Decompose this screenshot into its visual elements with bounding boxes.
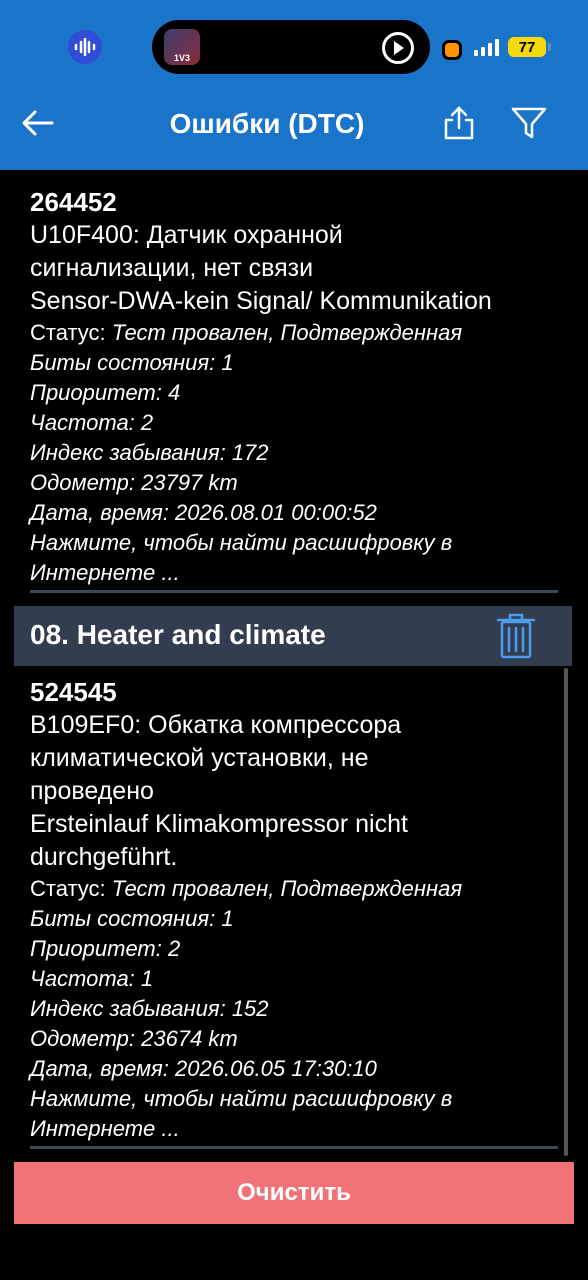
dtc-status: Статус: Тест провален, Подтвержденная — [30, 318, 550, 348]
dtc-datetime: Дата, время: 2026.08.01 00:00:52 — [30, 500, 377, 525]
recording-dot-icon — [442, 40, 462, 60]
clear-button[interactable]: Очистить — [14, 1162, 574, 1224]
voice-recorder-icon[interactable] — [68, 30, 102, 64]
scrollbar[interactable] — [564, 668, 568, 1156]
dtc-frequency: Частота: 2 — [30, 410, 154, 435]
dtc-search-link[interactable]: Нажмите, чтобы найти расшифровку в Интер… — [30, 1084, 550, 1144]
section-title: 08. Heater and climate — [30, 619, 326, 650]
dtc-code: 524545 — [30, 677, 117, 707]
dtc-status: Статус: Тест провален, Подтвержденная — [30, 874, 550, 904]
dtc-datetime: Дата, время: 2026.06.05 17:30:10 — [30, 1056, 377, 1081]
dynamic-island[interactable]: 1V3 — [152, 20, 430, 74]
dtc-entry[interactable]: 264452 U10F400: Датчик охранной сигнализ… — [30, 185, 550, 588]
dtc-list[interactable]: 264452 U10F400: Датчик охранной сигнализ… — [0, 170, 588, 1160]
status-value: Тест провален, Подтвержденная — [111, 876, 463, 901]
dtc-frequency: Частота: 1 — [30, 966, 154, 991]
dtc-priority: Приоритет: 4 — [30, 380, 181, 405]
battery-icon: 77 — [508, 37, 551, 57]
share-icon[interactable] — [442, 106, 476, 140]
section-header: 08. Heater and climate — [14, 606, 572, 666]
divider — [30, 590, 558, 593]
dtc-forget-index: Индекс забывания: 152 — [30, 996, 269, 1021]
status-value: Тест провален, Подтвержденная — [111, 320, 463, 345]
dtc-forget-index: Индекс забывания: 172 — [30, 440, 269, 465]
app-header: 1V3 77 Ошибки (DTC) — [0, 0, 588, 170]
status-label: Статус: — [30, 320, 112, 345]
status-label: Статус: — [30, 876, 112, 901]
dtc-odometer: Одометр: 23797 km — [30, 470, 238, 495]
media-thumbnail: 1V3 — [164, 29, 200, 65]
dtc-description: U10F400: Датчик охранной сигнализации, н… — [30, 221, 492, 315]
filter-icon[interactable] — [510, 106, 548, 140]
divider — [30, 1146, 558, 1149]
trash-icon[interactable] — [496, 612, 536, 660]
dtc-search-link[interactable]: Нажмите, чтобы найти расшифровку в Интер… — [30, 528, 550, 588]
dtc-odometer: Одометр: 23674 km — [30, 1026, 238, 1051]
signal-icon — [474, 38, 499, 56]
dtc-entry[interactable]: 524545 B109EF0: Обкатка компрессора клим… — [30, 675, 550, 1144]
dtc-description: B109EF0: Обкатка компрессора климатическ… — [30, 711, 408, 871]
dtc-status-bits: Биты состояния: 1 — [30, 906, 234, 931]
dtc-code: 264452 — [30, 187, 117, 217]
dtc-priority: Приоритет: 2 — [30, 936, 181, 961]
play-icon[interactable] — [382, 32, 414, 64]
dtc-status-bits: Биты состояния: 1 — [30, 350, 234, 375]
